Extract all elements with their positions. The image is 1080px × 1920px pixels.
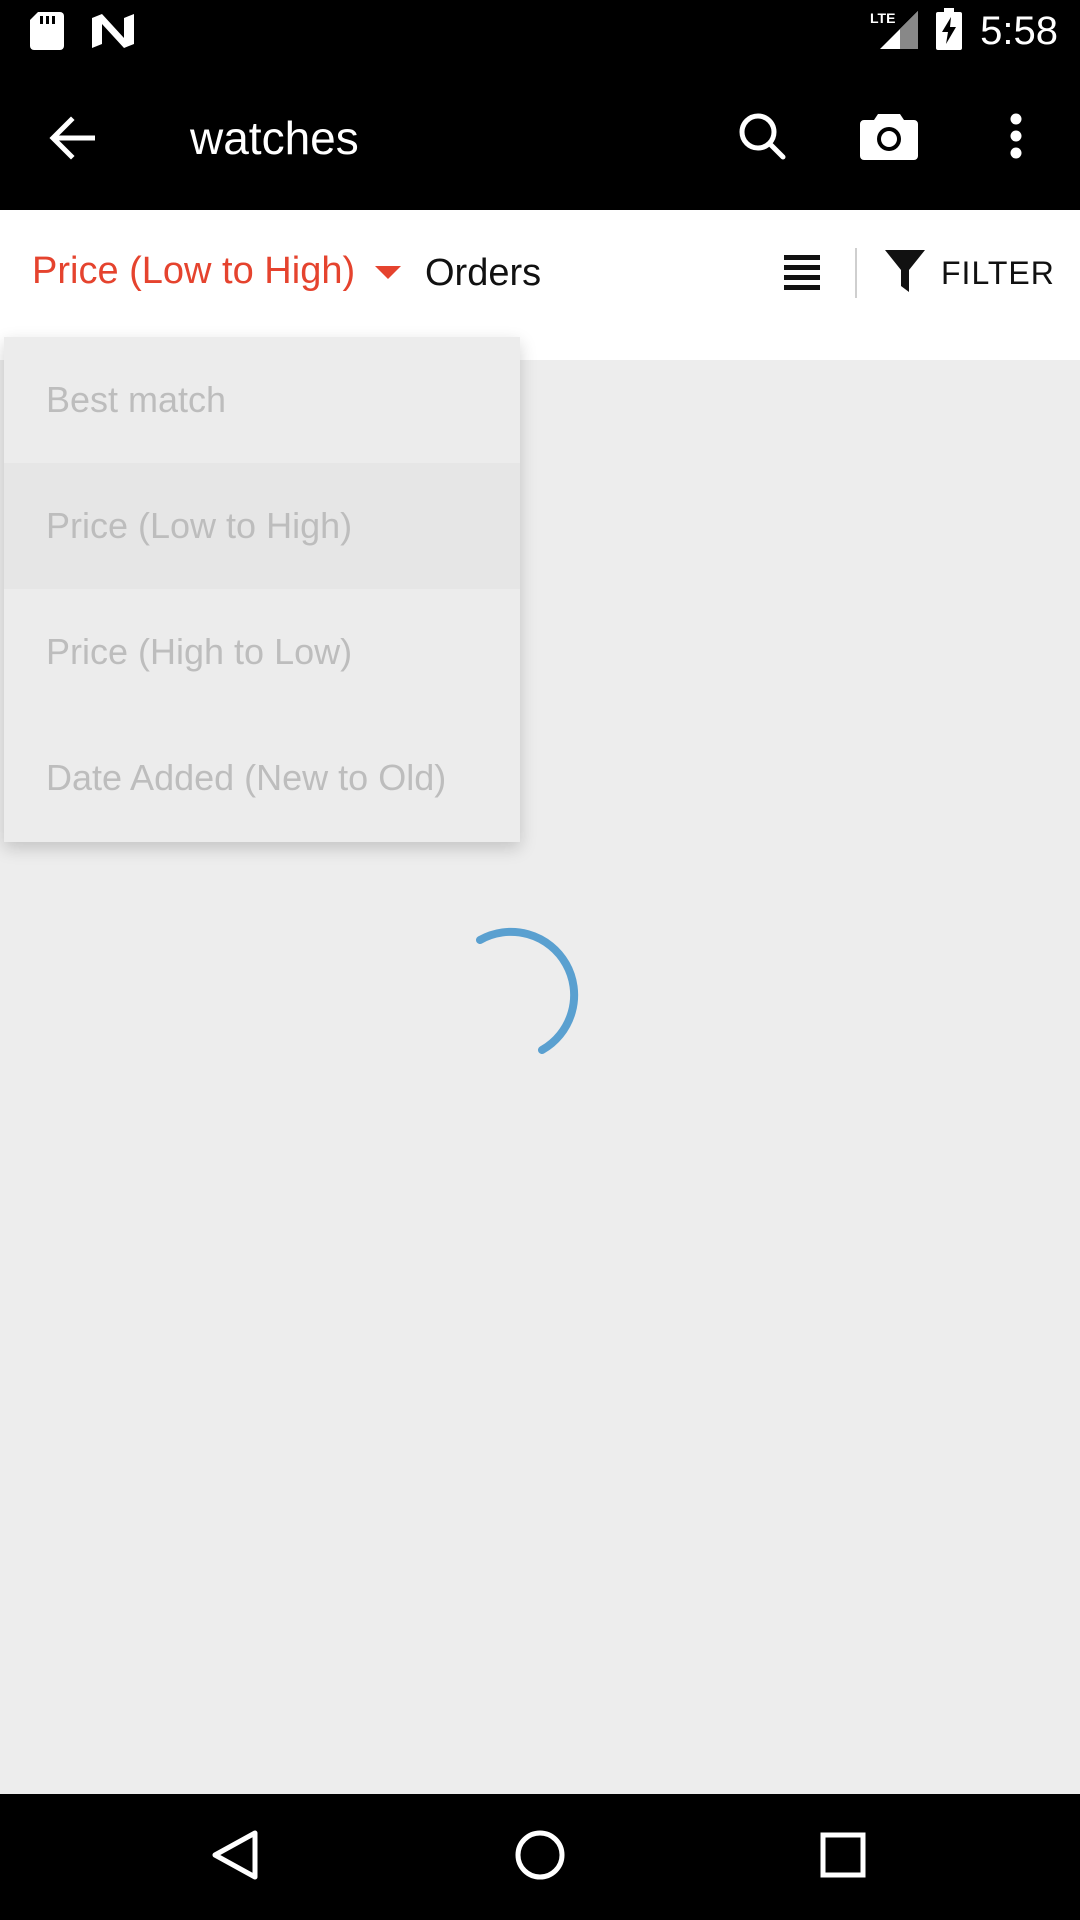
- app-toolbar: watches: [0, 63, 1080, 210]
- filter-label: FILTER: [941, 255, 1055, 291]
- sd-card-icon: [30, 12, 64, 55]
- nav-back-button[interactable]: [200, 1822, 270, 1892]
- back-triangle-icon: [211, 1829, 259, 1886]
- system-nav-bar: [0, 1794, 1080, 1920]
- sort-option-date-added[interactable]: Date Added (New to Old): [4, 715, 520, 841]
- search-button[interactable]: [727, 103, 797, 173]
- home-circle-icon: [514, 1829, 566, 1886]
- sort-option-price-high-low[interactable]: Price (High to Low): [4, 589, 520, 715]
- recents-square-icon: [819, 1831, 867, 1884]
- nav-home-button[interactable]: [505, 1822, 575, 1892]
- status-bar: LTE 5:58: [0, 0, 1080, 63]
- list-view-icon: [784, 254, 820, 295]
- camera-icon: [860, 112, 918, 165]
- svg-text:LTE: LTE: [870, 10, 895, 26]
- battery-charging-icon: [936, 8, 963, 55]
- sort-option-price-low-high[interactable]: Price (Low to High): [4, 463, 520, 589]
- filter-button[interactable]: FILTER: [885, 250, 1055, 297]
- divider: [855, 248, 857, 298]
- sort-option-best-match[interactable]: Best match: [4, 337, 520, 463]
- back-arrow-icon: [49, 115, 97, 165]
- more-vert-icon: [1009, 113, 1023, 164]
- caret-down-icon: [375, 266, 402, 279]
- status-time: 5:58: [980, 9, 1058, 53]
- nav-recents-button[interactable]: [808, 1822, 878, 1892]
- sort-orders-button[interactable]: Orders: [425, 252, 541, 295]
- sort-dropdown[interactable]: Price (Low to High): [32, 250, 402, 293]
- search-icon: [738, 112, 786, 165]
- view-toggle-button[interactable]: [780, 252, 824, 296]
- loading-spinner: [470, 915, 620, 1065]
- sort-bar: Price (Low to High) Orders FILTER: [0, 210, 1080, 337]
- camera-button[interactable]: [854, 103, 924, 173]
- more-options-button[interactable]: [981, 103, 1051, 173]
- page-title: watches: [190, 112, 359, 164]
- filter-funnel-icon: [885, 250, 925, 297]
- sort-selected-label: Price (Low to High): [32, 250, 356, 292]
- lte-signal-icon: LTE: [870, 9, 919, 54]
- sort-options-menu: Best match Price (Low to High) Price (Hi…: [4, 337, 520, 842]
- notification-n-icon: [92, 14, 134, 53]
- back-button[interactable]: [38, 105, 108, 175]
